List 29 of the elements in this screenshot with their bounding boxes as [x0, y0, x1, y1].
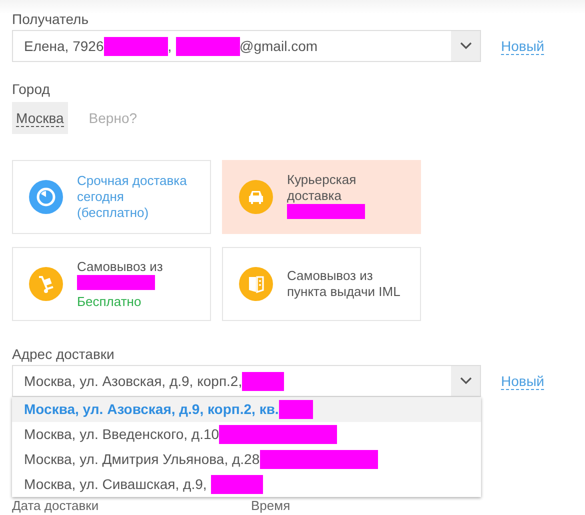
city-chip[interactable]: Москва	[12, 102, 68, 134]
chevron-down-icon[interactable]	[451, 366, 480, 396]
recipient-select[interactable]: Елена, 7926 , @gmail.com	[12, 30, 481, 62]
field-label: Время	[251, 498, 292, 513]
delivery-option-card[interactable]: Самовывоз из пункта выдачи IML	[222, 247, 421, 321]
select-value: Москва, ул. Азовская, д.9, корп.2,	[24, 373, 242, 389]
select-value: ,	[168, 38, 173, 54]
delivery-option-card[interactable]: Самовывоз из Бесплатно	[12, 247, 211, 321]
address-option[interactable]: Москва, ул. Сивашская, д.9,	[12, 472, 481, 497]
price-note: Бесплатно	[77, 294, 142, 310]
field-label: Получатель	[12, 10, 90, 29]
delivery-option-card[interactable]: Курьерская доставка	[222, 160, 421, 234]
option-title: Курьерская доставка	[287, 172, 356, 202]
redaction-mark	[242, 372, 284, 390]
select-value: Елена, 7926	[24, 38, 104, 54]
chevron-down-icon[interactable]	[451, 31, 480, 61]
select-value: @gmail.com	[240, 38, 318, 54]
field-label: Город	[12, 80, 51, 99]
option-title: Срочная доставка сегодня (бесплатно)	[77, 173, 187, 220]
field-label: Дата доставки	[12, 498, 100, 513]
confirm-text: Верно?	[88, 110, 138, 126]
redaction-mark	[104, 36, 168, 56]
field-label: Адрес доставки	[12, 345, 116, 364]
address-option[interactable]: Москва, ул. Дмитрия Ульянова, д.28	[12, 447, 481, 472]
redaction-mark	[176, 36, 240, 56]
address-select[interactable]: Москва, ул. Азовская, д.9, корп.2,	[12, 365, 481, 397]
option-title: Самовывоз из	[77, 258, 163, 274]
option-title: Самовывоз из пункта выдачи IML	[287, 268, 400, 299]
address-option[interactable]: Москва, ул. Введенского, д.10	[12, 422, 481, 447]
